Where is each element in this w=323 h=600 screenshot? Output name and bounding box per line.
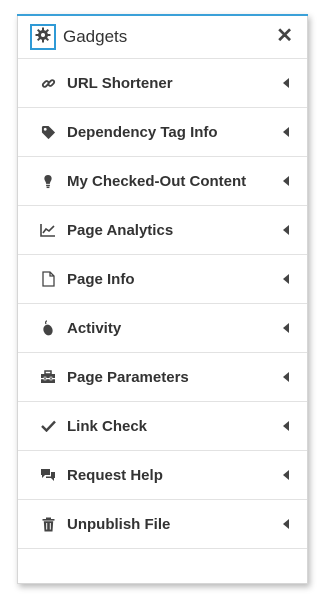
trash-icon <box>40 516 56 532</box>
gadget-page-info[interactable]: Page Info <box>18 255 307 304</box>
toolbox-icon <box>40 369 56 385</box>
expand-caret-icon[interactable] <box>283 78 289 88</box>
gadget-label: Activity <box>67 319 122 337</box>
expand-caret-icon[interactable] <box>283 470 289 480</box>
panel-title: Gadgets <box>63 27 128 46</box>
gadget-label: URL Shortener <box>67 74 173 92</box>
gadget-label: Request Help <box>67 466 163 484</box>
gadget-page-analytics[interactable]: Page Analytics <box>18 206 307 255</box>
expand-caret-icon[interactable] <box>283 274 289 284</box>
expand-caret-icon[interactable] <box>283 176 289 186</box>
lightbulb-icon <box>40 173 56 189</box>
checkmark-icon <box>40 418 56 434</box>
panel-header: Gadgets ✕ <box>18 15 307 59</box>
gadget-label: Page Parameters <box>67 368 189 386</box>
gadget-dependency-tag-info[interactable]: Dependency Tag Info <box>18 108 307 157</box>
expand-caret-icon[interactable] <box>283 225 289 235</box>
gadget-label: Page Info <box>67 270 135 288</box>
gadget-link-check[interactable]: Link Check <box>18 402 307 451</box>
expand-caret-icon[interactable] <box>283 127 289 137</box>
gadget-request-help[interactable]: Request Help <box>18 451 307 500</box>
gadget-url-shortener[interactable]: URL Shortener <box>18 59 307 108</box>
gadget-my-checked-out-content[interactable]: My Checked-Out Content <box>18 157 307 206</box>
gadget-label: My Checked-Out Content <box>67 172 247 190</box>
close-icon: ✕ <box>276 25 293 47</box>
chat-icon <box>40 467 56 483</box>
mouse-icon <box>40 320 56 336</box>
close-button[interactable]: ✕ <box>276 24 293 48</box>
line-chart-icon <box>40 222 56 238</box>
document-icon <box>40 271 56 287</box>
gear-icon <box>35 27 51 48</box>
gear-button[interactable] <box>30 24 56 50</box>
gadget-label: Dependency Tag Info <box>67 123 218 141</box>
expand-caret-icon[interactable] <box>283 421 289 431</box>
gadget-label: Link Check <box>67 417 148 435</box>
gadget-page-parameters[interactable]: Page Parameters <box>18 353 307 402</box>
gadget-label: Page Analytics <box>67 221 174 239</box>
gadgets-panel: Gadgets ✕ URL Shortener Dependency Tag I… <box>17 14 308 584</box>
expand-caret-icon[interactable] <box>283 519 289 529</box>
gadget-unpublish-file[interactable]: Unpublish File <box>18 500 307 549</box>
gadget-activity[interactable]: Activity <box>18 304 307 353</box>
gadget-label: Unpublish File <box>67 515 171 533</box>
link-icon <box>40 75 56 91</box>
expand-caret-icon[interactable] <box>283 323 289 333</box>
expand-caret-icon[interactable] <box>283 372 289 382</box>
tag-icon <box>40 124 56 140</box>
